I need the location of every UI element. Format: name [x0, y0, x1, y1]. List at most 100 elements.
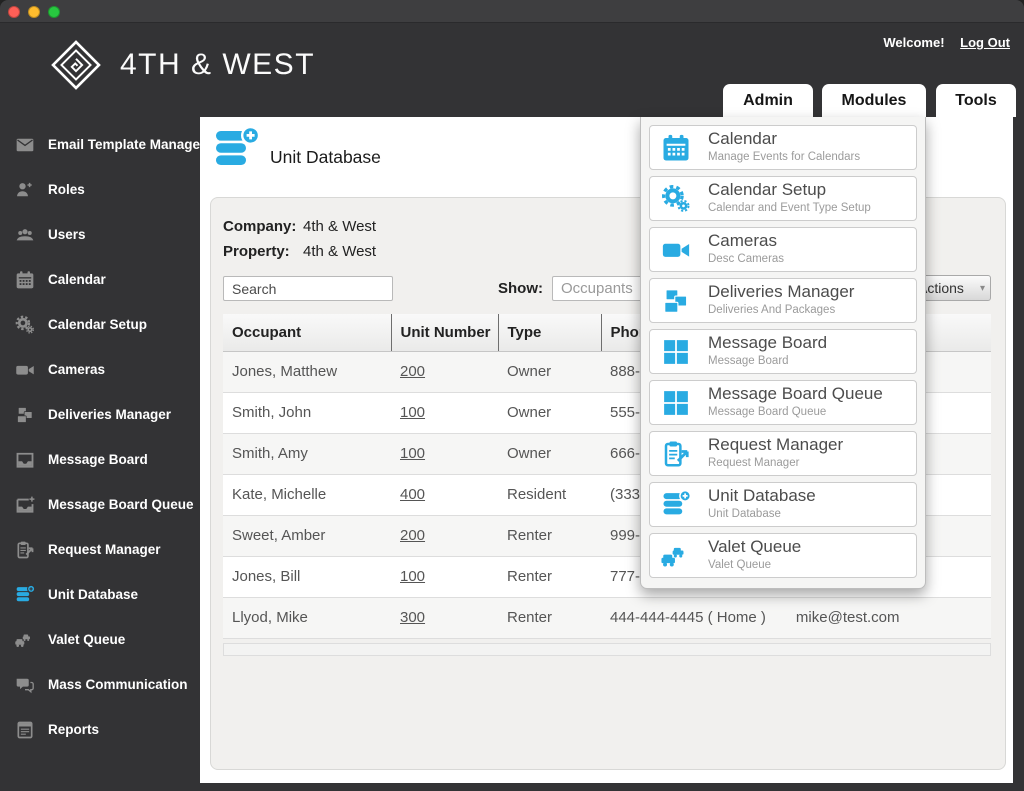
unit-cell: 100 — [391, 433, 498, 474]
modules-menu-item-cameras[interactable]: Cameras Desc Cameras — [649, 227, 917, 272]
modules-dropdown-menu: Calendar Manage Events for Calendars Cal… — [640, 117, 926, 589]
type-cell: Renter — [498, 556, 601, 597]
phone-text: 444-444-4445 ( Home ) — [610, 609, 766, 626]
sidebar-item-valet-queue[interactable]: Valet Queue — [0, 617, 200, 662]
sidebar-item-roles[interactable]: Roles — [0, 167, 200, 212]
table-row: Llyod, Mike 300 Renter 444-444-4445 ( Ho… — [223, 597, 991, 638]
column-header-unit-number: Unit Number — [391, 314, 498, 351]
cars-icon — [15, 630, 35, 650]
company-label: Company: — [223, 218, 296, 235]
modules-menu-item-request-manager[interactable]: Request Manager Request Manager — [649, 431, 917, 476]
window-titlebar — [0, 0, 1024, 23]
modules-menu-item-message-board[interactable]: Message Board Message Board — [649, 329, 917, 374]
sidebar-item-message-board-queue[interactable]: Message Board Queue — [0, 482, 200, 527]
occupant-cell: Smith, Amy — [223, 433, 391, 474]
window-zoom-button[interactable] — [48, 6, 60, 18]
unit-cell: 300 — [391, 597, 498, 638]
app-header: 4TH & WEST Welcome! Log Out Admin Modules… — [0, 23, 1024, 117]
occupant-cell: Jones, Matthew — [223, 351, 391, 392]
sidebar-item-cameras[interactable]: Cameras — [0, 347, 200, 392]
sidebar-item-calendar[interactable]: Calendar — [0, 257, 200, 302]
sidebar-item-deliveries-manager[interactable]: Deliveries Manager — [0, 392, 200, 437]
sidebar-item-label: Cameras — [48, 362, 105, 377]
occupant-cell: Smith, John — [223, 392, 391, 433]
email-text: mike@test.com — [796, 609, 900, 626]
unit-number-link[interactable]: 100 — [400, 445, 425, 462]
report-icon — [15, 720, 35, 740]
modules-menu-item-message-board-queue[interactable]: Message Board Queue Message Board Queue — [649, 380, 917, 425]
brand-title: 4TH & WEST — [120, 48, 315, 82]
grid-icon — [661, 337, 691, 367]
search-input[interactable] — [223, 276, 393, 301]
occupant-cell: Kate, Michelle — [223, 474, 391, 515]
menu-item-title: Calendar Setup — [708, 180, 826, 200]
chevron-down-icon: ▾ — [980, 283, 985, 294]
menu-item-subtitle: Manage Events for Calendars — [708, 151, 860, 163]
logout-link[interactable]: Log Out — [960, 35, 1010, 50]
modules-menu-item-calendar-setup[interactable]: Calendar Setup Calendar and Event Type S… — [649, 176, 917, 221]
unit-number-link[interactable]: 200 — [400, 527, 425, 544]
show-select-value: Occupants — [561, 280, 633, 297]
menu-item-title: Deliveries Manager — [708, 282, 854, 302]
sidebar-item-users[interactable]: Users — [0, 212, 200, 257]
tab-admin[interactable]: Admin — [723, 84, 813, 117]
user-plus-icon — [15, 180, 35, 200]
clipboard-icon — [15, 540, 35, 560]
unit-number-link[interactable]: 100 — [400, 404, 425, 421]
tab-tools[interactable]: Tools — [936, 84, 1016, 117]
users-icon — [15, 225, 35, 245]
sidebar-item-label: Calendar Setup — [48, 317, 147, 332]
sidebar-item-label: Message Board Queue — [48, 497, 194, 512]
modules-menu-item-calendar[interactable]: Calendar Manage Events for Calendars — [649, 125, 917, 170]
grid-icon — [661, 388, 691, 418]
property-value: 4th & West — [303, 243, 376, 260]
unit-number-link[interactable]: 200 — [400, 363, 425, 380]
app-window: 4TH & WEST Welcome! Log Out Admin Modules… — [0, 0, 1024, 791]
cars-icon — [661, 541, 691, 571]
menu-item-subtitle: Calendar and Event Type Setup — [708, 202, 871, 214]
top-tabs: Admin Modules Tools — [723, 84, 1016, 117]
sidebar-item-reports[interactable]: Reports — [0, 707, 200, 752]
inbox-plus-icon — [15, 495, 35, 515]
packages-icon — [15, 405, 35, 425]
video-camera-icon — [661, 235, 691, 265]
modules-menu-item-deliveries-manager[interactable]: Deliveries Manager Deliveries And Packag… — [649, 278, 917, 323]
menu-item-title: Valet Queue — [708, 537, 801, 557]
table-footer — [223, 643, 991, 656]
window-close-button[interactable] — [8, 6, 20, 18]
menu-item-title: Message Board — [708, 333, 827, 353]
database-plus-icon — [15, 585, 35, 605]
menu-item-subtitle: Request Manager — [708, 457, 799, 469]
menu-item-subtitle: Message Board — [708, 355, 789, 367]
type-cell: Renter — [498, 597, 601, 638]
sidebar-item-label: Deliveries Manager — [48, 407, 171, 422]
unit-number-link[interactable]: 300 — [400, 609, 425, 626]
sidebar-item-request-manager[interactable]: Request Manager — [0, 527, 200, 572]
company-value: 4th & West — [303, 218, 376, 235]
database-plus-icon — [661, 490, 691, 520]
sidebar-item-unit-database[interactable]: Unit Database — [0, 572, 200, 617]
inbox-icon — [15, 450, 35, 470]
modules-menu-item-unit-database[interactable]: Unit Database Unit Database — [649, 482, 917, 527]
sidebar-item-calendar-setup[interactable]: Calendar Setup — [0, 302, 200, 347]
modules-menu-item-valet-queue[interactable]: Valet Queue Valet Queue — [649, 533, 917, 578]
unit-cell: 200 — [391, 515, 498, 556]
occupant-cell: Sweet, Amber — [223, 515, 391, 556]
database-plus-icon — [212, 126, 260, 174]
menu-item-title: Unit Database — [708, 486, 816, 506]
type-cell: Renter — [498, 515, 601, 556]
sidebar-item-email-template-manager[interactable]: Email Template Manager — [0, 122, 200, 167]
column-header-type: Type — [498, 314, 601, 351]
sidebar-item-message-board[interactable]: Message Board — [0, 437, 200, 482]
type-cell: Resident — [498, 474, 601, 515]
unit-number-link[interactable]: 400 — [400, 486, 425, 503]
tab-modules[interactable]: Modules — [822, 84, 926, 117]
menu-item-subtitle: Valet Queue — [708, 559, 771, 571]
sidebar-item-label: Roles — [48, 182, 85, 197]
unit-number-link[interactable]: 100 — [400, 568, 425, 585]
welcome-text: Welcome! — [883, 35, 944, 50]
sidebar-item-mass-communication[interactable]: Mass Communication — [0, 662, 200, 707]
menu-item-subtitle: Desc Cameras — [708, 253, 784, 265]
welcome-row: Welcome! Log Out — [883, 35, 1010, 50]
window-minimize-button[interactable] — [28, 6, 40, 18]
